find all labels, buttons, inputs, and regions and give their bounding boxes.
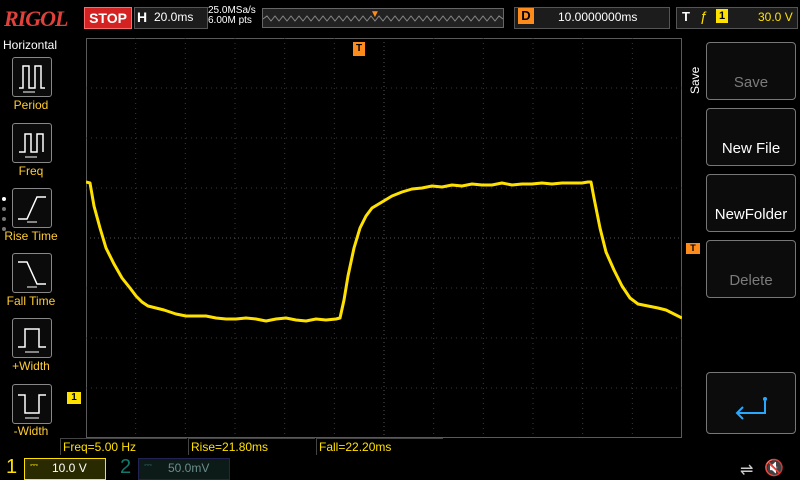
- pos-width-label: +Width: [12, 359, 50, 373]
- return-button[interactable]: [706, 372, 796, 434]
- page-dot: [2, 207, 6, 211]
- delete-label: Delete: [729, 272, 773, 289]
- freq-button[interactable]: [12, 123, 52, 163]
- fall-time-icon: [18, 261, 46, 288]
- rise-time-label: Rise Time: [4, 229, 58, 243]
- return-arrow-icon: [735, 397, 767, 420]
- freq-icon: [19, 133, 44, 158]
- fall-measurement[interactable]: Fall=22.20ms: [316, 438, 443, 455]
- trigger-level-value: 30.0 V: [758, 10, 793, 24]
- horizontal-menu-title: Horizontal: [3, 38, 58, 52]
- period-button[interactable]: [12, 57, 52, 97]
- neg-width-label: -Width: [13, 424, 49, 438]
- delay-value: 10.0000000ms: [558, 10, 638, 24]
- memory-overview-bar: [262, 8, 504, 28]
- horizontal-label: H: [137, 9, 148, 25]
- dc-coupling-icon: ⎓: [30, 460, 38, 471]
- pos-width-icon: [18, 328, 46, 353]
- period-label: Period: [13, 98, 49, 112]
- page-dot: [2, 227, 6, 231]
- neg-width-button[interactable]: [12, 384, 52, 424]
- delay-label: D: [518, 8, 534, 24]
- ch1-scale-value: 10.0 V: [52, 461, 87, 475]
- trigger-label: T: [682, 9, 690, 24]
- ch1-ground-marker[interactable]: 1: [67, 392, 81, 404]
- memory-waveform-preview: [262, 15, 504, 22]
- new-file-label: New File: [721, 140, 781, 157]
- pos-width-button[interactable]: [12, 318, 52, 358]
- trigger-source: 1: [716, 9, 728, 23]
- memory-depth: 6.00M pts: [208, 15, 252, 26]
- save-button-label: Save: [733, 74, 769, 91]
- save-button[interactable]: [706, 42, 796, 100]
- menu-page-indicator: [2, 197, 6, 237]
- save-menu-title: Save: [688, 66, 702, 94]
- fall-time-label: Fall Time: [6, 294, 56, 308]
- timebase-value: 20.0ms: [154, 10, 194, 24]
- rising-edge-icon: ƒ: [700, 8, 708, 24]
- ch2-number[interactable]: 2: [120, 456, 131, 479]
- page-dot: [2, 197, 6, 201]
- delete-button[interactable]: [706, 240, 796, 298]
- freq-label: Freq: [18, 164, 44, 178]
- neg-width-icon: [18, 394, 46, 419]
- speaker-muted-icon[interactable]: 🔇: [764, 458, 784, 478]
- freq-measurement[interactable]: Freq=5.00 Hz: [60, 438, 187, 455]
- dc-coupling-icon: ⎓: [144, 460, 152, 471]
- ch2-scale-value: 50.0mV: [168, 461, 210, 475]
- new-file-button[interactable]: [706, 108, 796, 166]
- rigol-logo: RIGOL: [4, 6, 68, 31]
- rise-measurement[interactable]: Rise=21.80ms: [188, 438, 315, 455]
- trigger-time-marker[interactable]: T: [353, 42, 365, 56]
- waveform-display[interactable]: [86, 38, 682, 438]
- memory-trigger-position-icon: ▼: [370, 9, 380, 20]
- new-folder-label: NewFolder: [714, 206, 788, 223]
- period-icon: [19, 65, 45, 93]
- new-folder-button[interactable]: [706, 174, 796, 232]
- trigger-level-marker[interactable]: T: [686, 243, 700, 254]
- usb-icon: ⇌: [740, 462, 754, 479]
- run-stop-status[interactable]: STOP: [84, 7, 132, 29]
- rise-time-button[interactable]: [12, 188, 52, 228]
- fall-time-button[interactable]: [12, 253, 52, 293]
- page-dot: [2, 217, 6, 221]
- ch1-number[interactable]: 1: [6, 456, 17, 479]
- rise-time-icon: [18, 196, 46, 223]
